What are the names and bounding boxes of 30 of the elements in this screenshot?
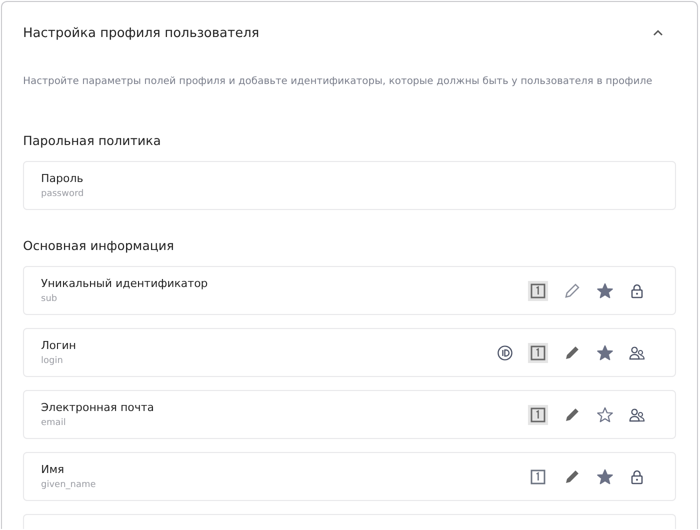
pencil-icon[interactable] [563, 468, 581, 486]
panel-description: Настройте параметры полей профиля и добавьте идентификаторы, которые должны быть у пользователя в профиле [23, 76, 654, 87]
pencil-icon[interactable] [563, 406, 581, 424]
pencil-icon[interactable] [563, 344, 581, 362]
field-key: email [41, 418, 528, 428]
field-key: login [41, 356, 497, 366]
chevron-icon[interactable] [652, 29, 664, 37]
field-key: given_name [41, 480, 528, 490]
star-icon[interactable] [596, 468, 614, 486]
panel-title: Настройка профиля пользователя [23, 26, 260, 40]
section-title: Парольная политика [23, 133, 162, 148]
field-label: Логин [41, 339, 78, 352]
unique-toggle-icon[interactable] [528, 280, 548, 300]
star-icon[interactable] [596, 282, 614, 300]
users-icon[interactable] [629, 406, 645, 422]
lock-icon[interactable] [629, 282, 645, 298]
star-icon[interactable] [596, 406, 614, 424]
field-label: Уникальный идентификатор [41, 277, 209, 290]
field-label: Пароль [41, 172, 84, 185]
unique-toggle-icon[interactable] [528, 342, 548, 362]
field-label: Электронная почта [41, 401, 156, 414]
id-badge-icon[interactable] [497, 344, 513, 360]
users-icon[interactable] [629, 344, 645, 360]
unique-toggle-icon[interactable] [528, 404, 548, 424]
field-label: Имя [41, 463, 66, 476]
lock-icon[interactable] [629, 468, 645, 484]
star-icon[interactable] [596, 344, 614, 362]
field-key: sub [41, 294, 528, 304]
field-key: password [41, 189, 645, 199]
section-title: Основная информация [23, 238, 176, 253]
